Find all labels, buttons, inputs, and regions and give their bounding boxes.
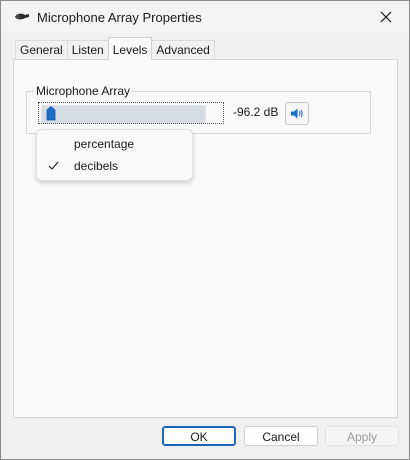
window-title: Microphone Array Properties: [37, 10, 202, 25]
group-label: Microphone Array: [35, 84, 132, 98]
tab-listen[interactable]: Listen: [66, 40, 109, 60]
checkmark-icon: [48, 161, 59, 170]
apply-button[interactable]: Apply: [325, 426, 399, 446]
tab-general[interactable]: General: [15, 40, 68, 60]
tab-advanced[interactable]: Advanced: [151, 40, 215, 60]
menu-item-label: percentage: [74, 137, 135, 151]
level-value: -96.2 dB: [233, 105, 279, 119]
slider-focus-rect: [38, 102, 224, 124]
tab-strip: General Listen Levels Advanced: [15, 37, 215, 60]
cancel-button[interactable]: Cancel: [244, 426, 318, 446]
tab-levels[interactable]: Levels: [107, 37, 153, 60]
menu-item-percentage[interactable]: percentage: [37, 133, 192, 155]
speaker-icon: [291, 108, 303, 119]
menu-item-label: decibels: [74, 159, 119, 173]
close-button[interactable]: [363, 1, 409, 33]
ok-button[interactable]: OK: [162, 426, 236, 446]
slider-thumb[interactable]: [46, 106, 56, 121]
properties-dialog: Microphone Array Properties General List…: [0, 0, 410, 460]
menu-item-decibels[interactable]: decibels: [37, 155, 192, 177]
title-bar: Microphone Array Properties: [1, 1, 409, 33]
levels-panel: Microphone Array -96.2 dB: [13, 59, 398, 418]
close-icon: [380, 11, 392, 23]
unit-context-menu: percentage decibels: [36, 129, 193, 181]
microphone-icon: [13, 8, 31, 26]
mute-button[interactable]: [285, 102, 309, 125]
microphone-array-group: Microphone Array -96.2 dB: [26, 84, 371, 134]
level-slider[interactable]: [38, 102, 224, 124]
